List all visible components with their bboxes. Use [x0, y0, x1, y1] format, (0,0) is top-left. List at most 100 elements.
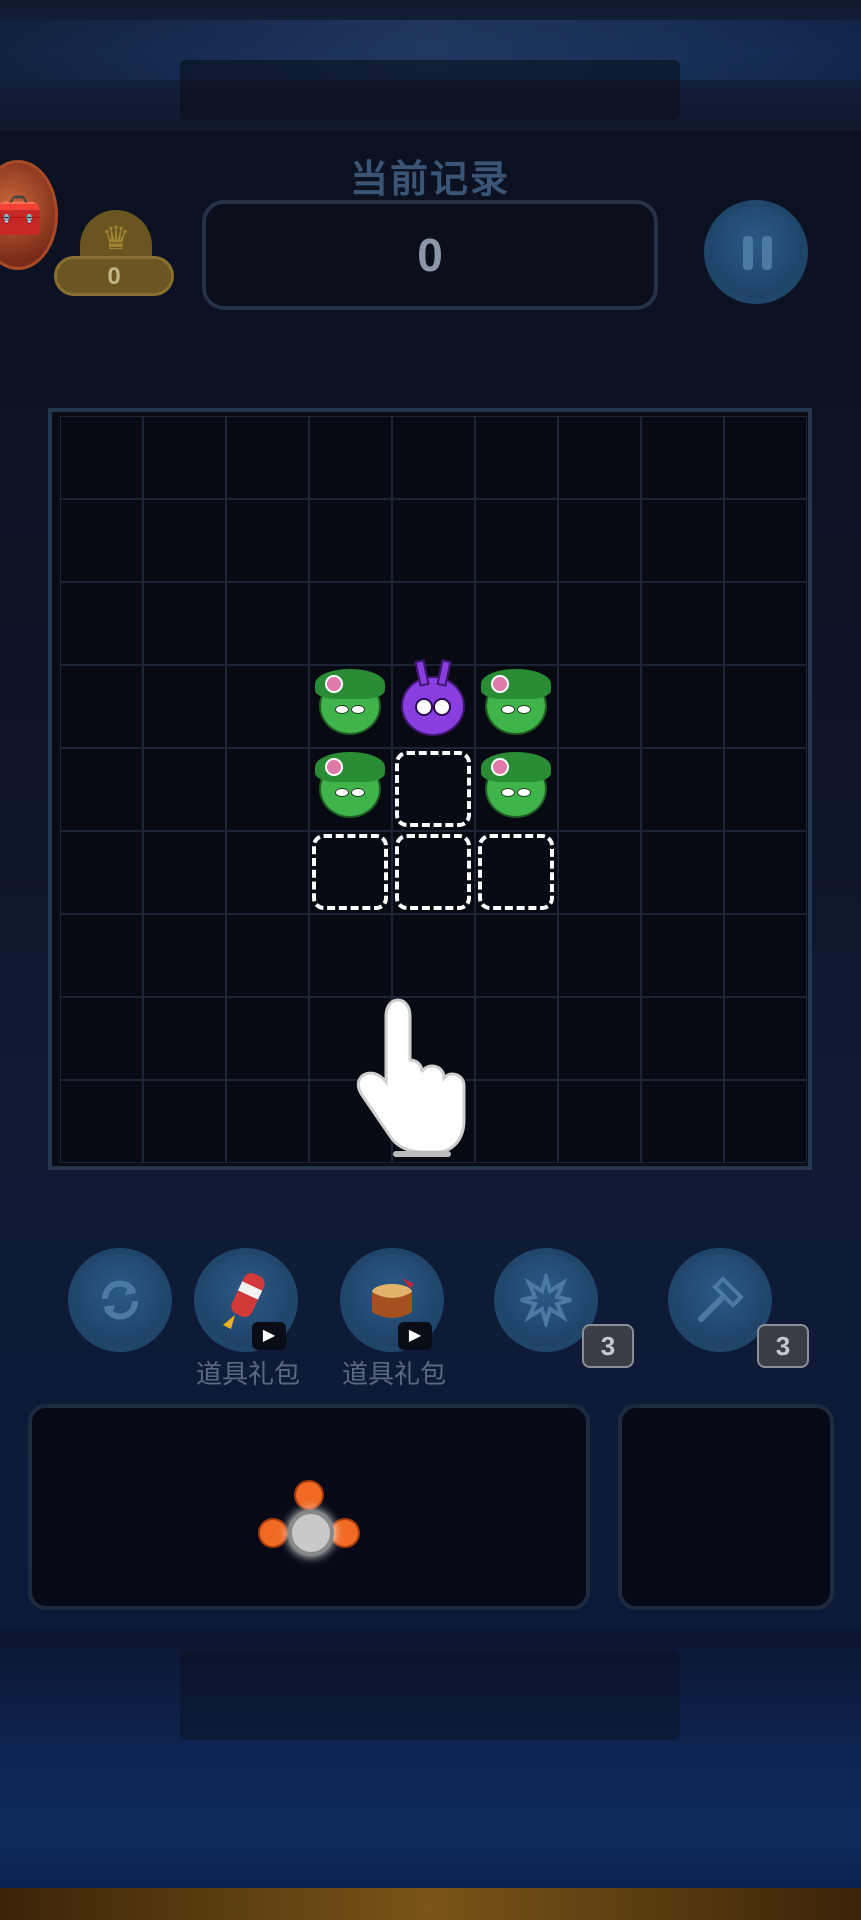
board-cell[interactable]: [558, 499, 641, 582]
mini-orange-piece[interactable]: [330, 1518, 360, 1548]
tutorial-hand-icon: [356, 998, 466, 1157]
board-cell[interactable]: [60, 665, 143, 748]
board-cell[interactable]: [226, 831, 309, 914]
crown-count: 0: [54, 256, 174, 296]
tool-label-gift-1: 道具礼包: [195, 1359, 300, 1389]
board-cell[interactable]: [558, 1080, 641, 1163]
crown-counter: ♛ 0: [54, 210, 174, 300]
board-cell[interactable]: [309, 416, 392, 499]
board-cell[interactable]: [724, 997, 807, 1080]
board-cell[interactable]: [724, 416, 807, 499]
board-cell[interactable]: [60, 1080, 143, 1163]
purple-character-piece: [394, 667, 472, 745]
board-cell[interactable]: [392, 416, 475, 499]
board-cell[interactable]: [724, 831, 807, 914]
board-cell[interactable]: [558, 748, 641, 831]
board-cell[interactable]: [143, 499, 226, 582]
board-cell[interactable]: [724, 499, 807, 582]
board-cell[interactable]: [558, 416, 641, 499]
board-cell[interactable]: [641, 1080, 724, 1163]
board-cell[interactable]: [226, 748, 309, 831]
board-cell[interactable]: [60, 748, 143, 831]
board-cell[interactable]: [226, 997, 309, 1080]
top-banner-area: [0, 0, 861, 130]
board-cell[interactable]: [60, 831, 143, 914]
board-cell[interactable]: [143, 416, 226, 499]
piece-tray-main[interactable]: [28, 1404, 590, 1610]
treasure-chest-icon: 🧰: [0, 193, 43, 238]
green-character-piece: [311, 750, 389, 828]
board-cell[interactable]: [641, 914, 724, 997]
board-cell[interactable]: [724, 748, 807, 831]
board-cell[interactable]: [475, 582, 558, 665]
board-cell[interactable]: [558, 582, 641, 665]
board-cell[interactable]: [558, 997, 641, 1080]
treasure-chest-button[interactable]: 🧰: [0, 160, 58, 270]
green-character-piece: [311, 667, 389, 745]
board-cell[interactable]: [143, 997, 226, 1080]
board-cell[interactable]: [641, 748, 724, 831]
board-cell[interactable]: [392, 582, 475, 665]
board-cell[interactable]: [641, 582, 724, 665]
bottom-banner-area: [0, 1630, 861, 1920]
board-cell[interactable]: [143, 914, 226, 997]
green-character-piece: [477, 750, 555, 828]
burst-count-badge: 3: [582, 1324, 634, 1368]
board-cell[interactable]: [475, 416, 558, 499]
board-cell[interactable]: [475, 1080, 558, 1163]
board-cell[interactable]: [143, 831, 226, 914]
board-cell[interactable]: [309, 914, 392, 997]
board-cell[interactable]: [641, 499, 724, 582]
placement-hint-slot: [312, 834, 388, 910]
board-cell[interactable]: [724, 1080, 807, 1163]
board-cell[interactable]: [309, 582, 392, 665]
mini-center-piece[interactable]: [288, 1510, 334, 1556]
board-cell[interactable]: [392, 914, 475, 997]
board-cell[interactable]: [641, 665, 724, 748]
drum-icon: [372, 1278, 414, 1318]
burst-icon: [520, 1273, 572, 1327]
board-cell[interactable]: [724, 665, 807, 748]
board-cell[interactable]: [641, 416, 724, 499]
mini-orange-piece[interactable]: [294, 1480, 324, 1510]
score-display: 0: [202, 200, 658, 310]
green-character-piece: [477, 667, 555, 745]
board-cell[interactable]: [641, 997, 724, 1080]
board-cell[interactable]: [558, 914, 641, 997]
board-cell[interactable]: [558, 831, 641, 914]
video-ad-icon: ▶: [252, 1322, 286, 1350]
board-cell[interactable]: [226, 1080, 309, 1163]
board-cell[interactable]: [143, 665, 226, 748]
pause-button[interactable]: [704, 200, 808, 304]
board-cell[interactable]: [558, 665, 641, 748]
board-cell[interactable]: [143, 748, 226, 831]
board-cell[interactable]: [641, 831, 724, 914]
board-cell[interactable]: [475, 914, 558, 997]
video-ad-icon-2: ▶: [398, 1322, 432, 1350]
banner-shadow: [180, 60, 680, 120]
refresh-button[interactable]: [68, 1248, 172, 1352]
board-cell[interactable]: [143, 582, 226, 665]
board-cell[interactable]: [724, 582, 807, 665]
board-cell[interactable]: [226, 499, 309, 582]
hammer-count-badge: 3: [757, 1324, 809, 1368]
board-cell[interactable]: [309, 499, 392, 582]
board-cell[interactable]: [226, 665, 309, 748]
board-cell[interactable]: [143, 1080, 226, 1163]
board-cell[interactable]: [226, 914, 309, 997]
bottom-banner-shadow: [180, 1650, 680, 1740]
board-cell[interactable]: [60, 416, 143, 499]
board-cell[interactable]: [60, 499, 143, 582]
board-cell[interactable]: [226, 416, 309, 499]
board-cell[interactable]: [475, 499, 558, 582]
board-cell[interactable]: [60, 914, 143, 997]
mini-orange-piece[interactable]: [258, 1518, 288, 1548]
board-cell[interactable]: [226, 582, 309, 665]
board-cell[interactable]: [392, 499, 475, 582]
board-cell[interactable]: [475, 997, 558, 1080]
placement-hint-slot: [395, 751, 471, 827]
board-cell[interactable]: [724, 914, 807, 997]
board-cell[interactable]: [60, 997, 143, 1080]
board-cell[interactable]: [60, 582, 143, 665]
piece-tray-side[interactable]: [618, 1404, 834, 1610]
